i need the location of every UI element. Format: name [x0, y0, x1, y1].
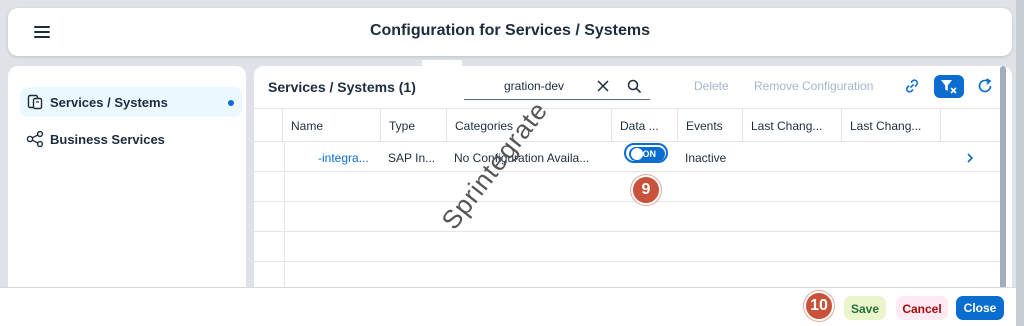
app-header: Configuration for Services / Systems [8, 8, 1012, 56]
column-header-name[interactable]: Name [282, 109, 380, 142]
clear-search-icon[interactable] [596, 79, 610, 93]
services-systems-icon [26, 93, 44, 111]
cell-name[interactable]: -integra... [310, 142, 380, 172]
search-icon[interactable] [627, 79, 642, 94]
sidebar-item-services-systems[interactable]: Services / Systems [20, 87, 242, 117]
table-row-empty [254, 172, 1000, 202]
column-header-empty [940, 109, 1000, 142]
sidebar-item-label: Business Services [50, 131, 165, 147]
remove-configuration-button[interactable]: Remove Configuration [754, 79, 873, 93]
page-title: Configuration for Services / Systems [369, 22, 651, 39]
title-mask [422, 60, 462, 104]
delete-button[interactable]: Delete [694, 79, 729, 93]
clear-filter-button[interactable] [934, 75, 964, 98]
cell-last-changed-1 [742, 142, 841, 172]
column-header-last-changed-2[interactable]: Last Chang... [841, 109, 940, 142]
table-title: Services / Systems (1) [268, 79, 416, 95]
step-badge-10: 10 [804, 291, 834, 321]
table-header: Name Type Categories Data ... Events Las… [254, 108, 1000, 142]
sidebar-item-business-services[interactable]: Business Services [20, 124, 242, 154]
refresh-icon[interactable] [976, 77, 994, 95]
table-row-empty [254, 232, 1000, 262]
table-row-empty [254, 202, 1000, 232]
selected-indicator [228, 100, 234, 106]
vertical-scrollbar[interactable] [1000, 66, 1006, 296]
filter-clear-icon [941, 79, 957, 94]
column-header-events[interactable]: Events [677, 109, 742, 142]
switch-label: ON [642, 149, 657, 159]
column-header-type[interactable]: Type [380, 109, 446, 142]
save-button[interactable]: Save [844, 296, 886, 320]
window-edge [1016, 0, 1024, 326]
cell-type: SAP In... [388, 151, 436, 165]
data-toggle-switch[interactable]: ON [624, 143, 668, 163]
column-header-last-changed-1[interactable]: Last Chang... [742, 109, 841, 142]
share-nodes-icon [26, 130, 44, 148]
link-icon[interactable] [904, 78, 920, 94]
footer-bar: 10 Save Cancel Close [0, 287, 1016, 326]
cancel-button[interactable]: Cancel [896, 296, 948, 320]
cell-last-changed-2 [841, 142, 940, 172]
sidebar-item-label: Services / Systems [50, 94, 168, 110]
step-badge-9: 9 [631, 175, 661, 205]
search-value: gration-dev [504, 79, 565, 93]
selection-column-divider [284, 142, 285, 297]
close-button[interactable]: Close [956, 296, 1004, 320]
chevron-right-icon[interactable] [965, 150, 975, 163]
column-header-data[interactable]: Data ... [611, 109, 677, 142]
cell-events: Inactive [685, 151, 727, 165]
switch-knob [631, 148, 643, 160]
search-input[interactable]: gration-dev [464, 74, 650, 100]
sidebar: Services / Systems Business Services [8, 66, 246, 296]
